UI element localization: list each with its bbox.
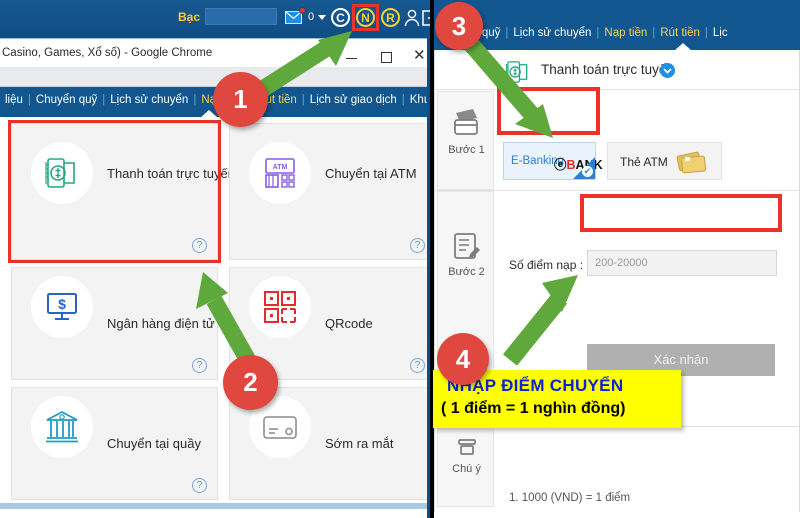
svg-text:ATM: ATM [273,164,288,171]
help-icon[interactable]: ? [410,238,425,253]
left-nav-item-5[interactable]: Lịch sử giao dịch [305,94,402,106]
note-icon [458,439,476,455]
highlight-box-card-thanh-toan [8,120,221,263]
balance-field[interactable] [205,8,277,25]
credit-card-icon [263,416,297,439]
tab-the-atm-label: Thẻ ATM [620,155,668,169]
card-label: Ngân hàng điện tử [107,316,215,331]
annotation-badge-1: 1 [213,72,268,127]
help-icon[interactable]: ? [192,358,207,373]
right-nav-item-4[interactable]: Lịc [708,27,733,39]
left-nav-item-2[interactable]: Lịch sử chuyển [105,94,193,106]
selected-method-header: Thanh toán trực tuyến [435,54,800,90]
horizontal-scrollbar[interactable] [0,503,430,509]
mobile-money-icon [505,61,528,83]
step-2-label: Bước 2 [448,266,485,278]
right-panel: Chuyển quỹ|Lịch sử chuyển|Nạp tiền|Rút t… [434,0,800,518]
points-field-label: Số điểm nạp : [509,258,584,272]
site-topbar: Bạc 0 C N R [0,0,430,38]
circle-r-icon[interactable]: R [381,8,400,27]
panel-divider [427,38,430,518]
cards-icon [454,109,478,135]
left-panel: Bạc 0 C N R Casino, Games, Xổ số) - Goog… [0,0,430,518]
card-chuyen-tai-quay[interactable]: Chuyển tại quầy ? [11,387,218,500]
step-1-column: Bước 1 [437,91,494,190]
right-nav-item-2[interactable]: Nạp tiền [599,27,652,39]
callout-line-2: ( 1 điểm = 1 nghìn đồng) [441,400,626,417]
svg-text:$: $ [58,296,66,312]
selected-method-title: Thanh toán trực tuyến [541,62,674,77]
caret-down-icon[interactable] [318,15,326,20]
minimize-button[interactable] [346,58,357,59]
right-nav-item-1[interactable]: Lịch sử chuyển [508,27,596,39]
left-nav-item-0[interactable]: liệu [0,94,28,106]
step-1-label: Bước 1 [448,144,485,156]
person-icon[interactable] [404,9,420,27]
note-item: 1. 1000 (VND) = 1 điểm [509,492,631,504]
right-site-nav: Chuyển quỹ|Lịch sử chuyển|Nạp tiền|Rút t… [434,0,800,50]
bank-building-icon [46,410,78,443]
card-label: Sớm ra mắt [325,436,394,451]
circle-c-icon[interactable]: C [331,8,350,27]
card-label: Chuyển tại quầy [107,436,201,451]
points-input[interactable]: 200-20000 [587,250,777,276]
monitor-dollar-icon: $ [47,293,77,320]
wallet-cards-icon [676,151,706,174]
highlight-box-points-input [580,194,782,232]
tab-the-atm[interactable]: Thẻ ATM [607,142,722,180]
help-icon[interactable]: ? [410,358,425,373]
chrome-title-bar: Casino, Games, Xổ số) - Google Chrome ✕ [0,38,430,67]
screenshot-root: Bạc 0 C N R Casino, Games, Xổ số) - Goog… [0,0,800,518]
card-chuyen-tai-atm[interactable]: ATM Chuyển tại ATM ? [229,123,430,260]
highlight-box-n-icon [352,4,379,31]
highlight-box-e-banking [497,87,600,135]
form-edit-icon [454,233,480,259]
chrome-toolbar-strip [0,67,430,87]
chevron-down-icon[interactable] [660,63,675,78]
card-ngan-hang-dien-tu[interactable]: $ Ngân hàng điện tử ? [11,267,218,380]
left-nav-item-1[interactable]: Chuyển quỹ [31,94,102,106]
annotation-badge-4: 4 [437,333,489,385]
help-icon[interactable]: ? [192,478,207,493]
mail-count: 0 [308,11,315,23]
chrome-window-title: Casino, Games, Xổ số) - Google Chrome [2,47,213,59]
annotation-badge-2: 2 [223,355,278,410]
step-3-column: Chú ý [437,427,494,507]
card-label: QRcode [325,316,373,331]
qrcode-icon [264,291,296,323]
maximize-button[interactable] [381,52,392,63]
card-label: Chuyển tại ATM [325,166,417,181]
logout-icon[interactable] [422,10,430,26]
close-button[interactable]: ✕ [413,48,426,63]
right-nav-item-3[interactable]: Rút tiền [655,27,705,39]
check-icon: ✔ [582,166,593,177]
annotation-badge-3: 3 [435,2,483,50]
tab-e-banking[interactable]: E-Banking ⓔBANK ✔ [503,142,603,180]
mail-notification-dot [299,7,306,14]
step-3-label: Chú ý [452,463,481,475]
deposit-form-body: Thanh toán trực tuyến Bước 1 E-Banking ⓔ… [434,50,800,512]
ebank-logo-prefix: ⓔ [554,158,567,172]
balance-label: Bạc [178,10,201,24]
atm-machine-icon: ATM [265,158,295,188]
